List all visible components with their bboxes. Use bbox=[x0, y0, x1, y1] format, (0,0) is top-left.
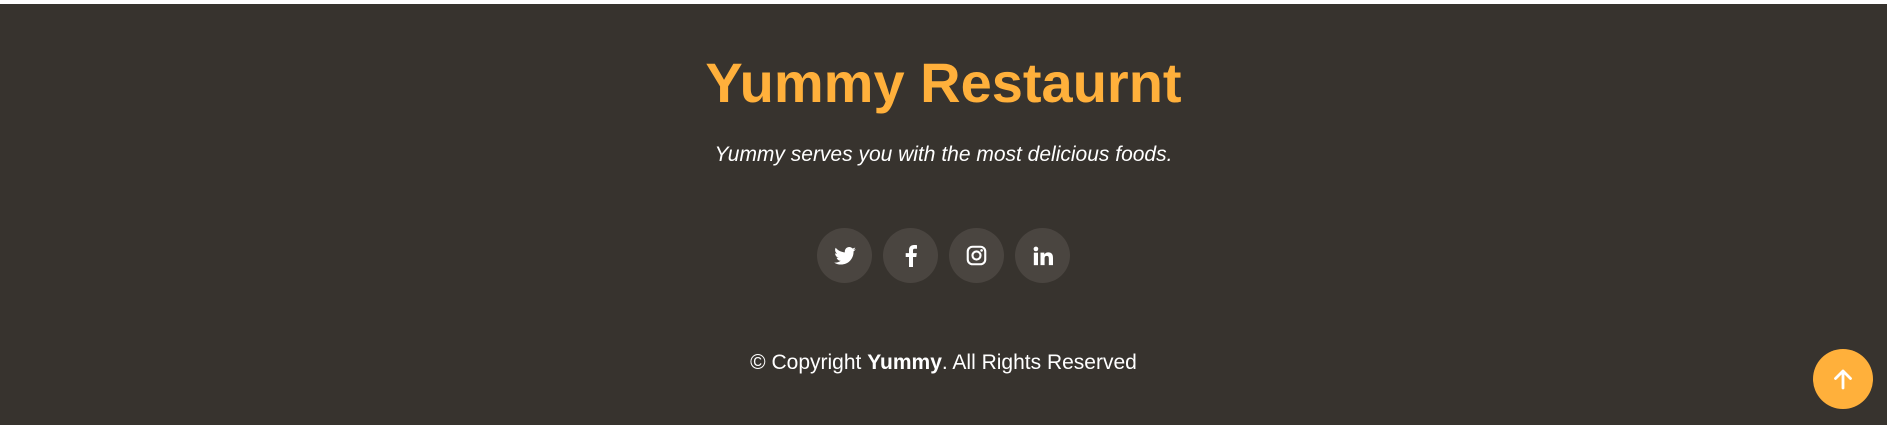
copyright-suffix: . All Rights Reserved bbox=[941, 351, 1137, 374]
footer-tagline: Yummy serves you with the most delicious… bbox=[714, 143, 1173, 166]
instagram-link[interactable] bbox=[949, 228, 1004, 283]
social-links bbox=[0, 228, 1887, 283]
back-to-top-button[interactable] bbox=[1813, 349, 1873, 409]
facebook-link[interactable] bbox=[883, 228, 938, 283]
twitter-icon bbox=[833, 246, 856, 265]
facebook-icon bbox=[905, 244, 917, 267]
copyright-prefix: © Copyright bbox=[750, 351, 868, 374]
linkedin-icon bbox=[1033, 246, 1053, 265]
arrow-up-icon bbox=[1834, 369, 1852, 390]
footer-brand-title: Yummy Restaurnt bbox=[705, 51, 1182, 114]
copyright-brand: Yummy bbox=[867, 351, 942, 374]
twitter-link[interactable] bbox=[817, 228, 872, 283]
footer: Yummy Restaurnt Yummy serves you with th… bbox=[0, 4, 1887, 425]
copyright-text: © Copyright Yummy. All Rights Reserved bbox=[0, 348, 1887, 378]
instagram-icon bbox=[966, 245, 987, 266]
linkedin-link[interactable] bbox=[1015, 228, 1070, 283]
